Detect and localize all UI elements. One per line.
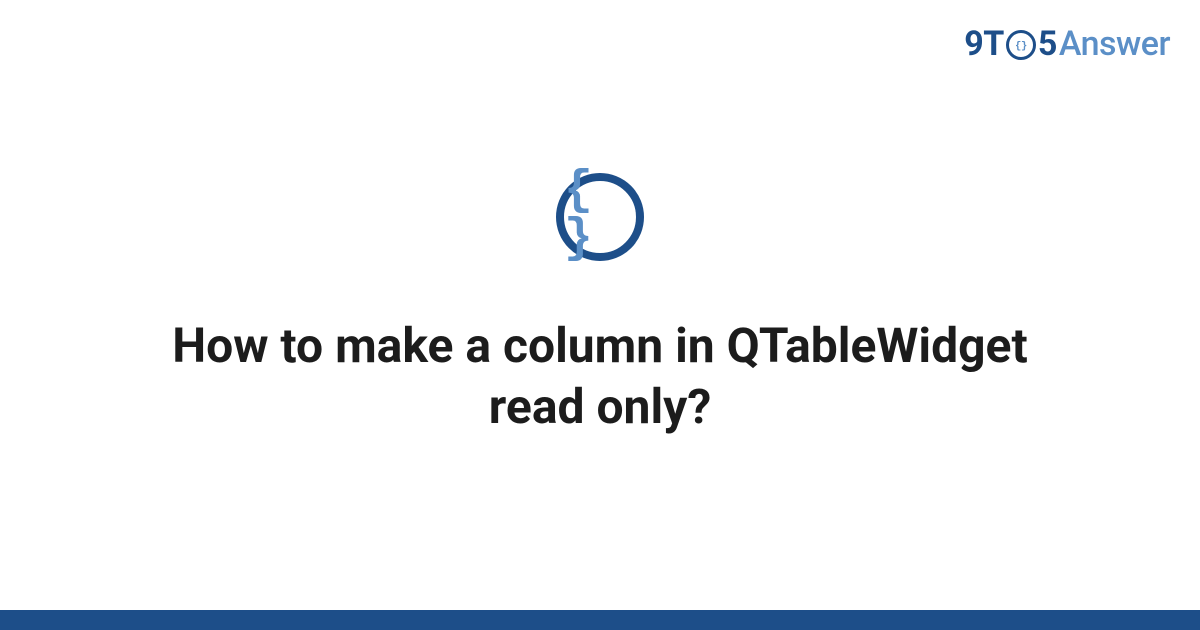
category-badge: { } (556, 173, 644, 261)
content-area: { } How to make a column in QTableWidget… (0, 0, 1200, 610)
footer-accent-bar (0, 610, 1200, 630)
article-title: How to make a column in QTableWidget rea… (150, 315, 1050, 438)
code-braces-icon: { } (564, 167, 636, 263)
